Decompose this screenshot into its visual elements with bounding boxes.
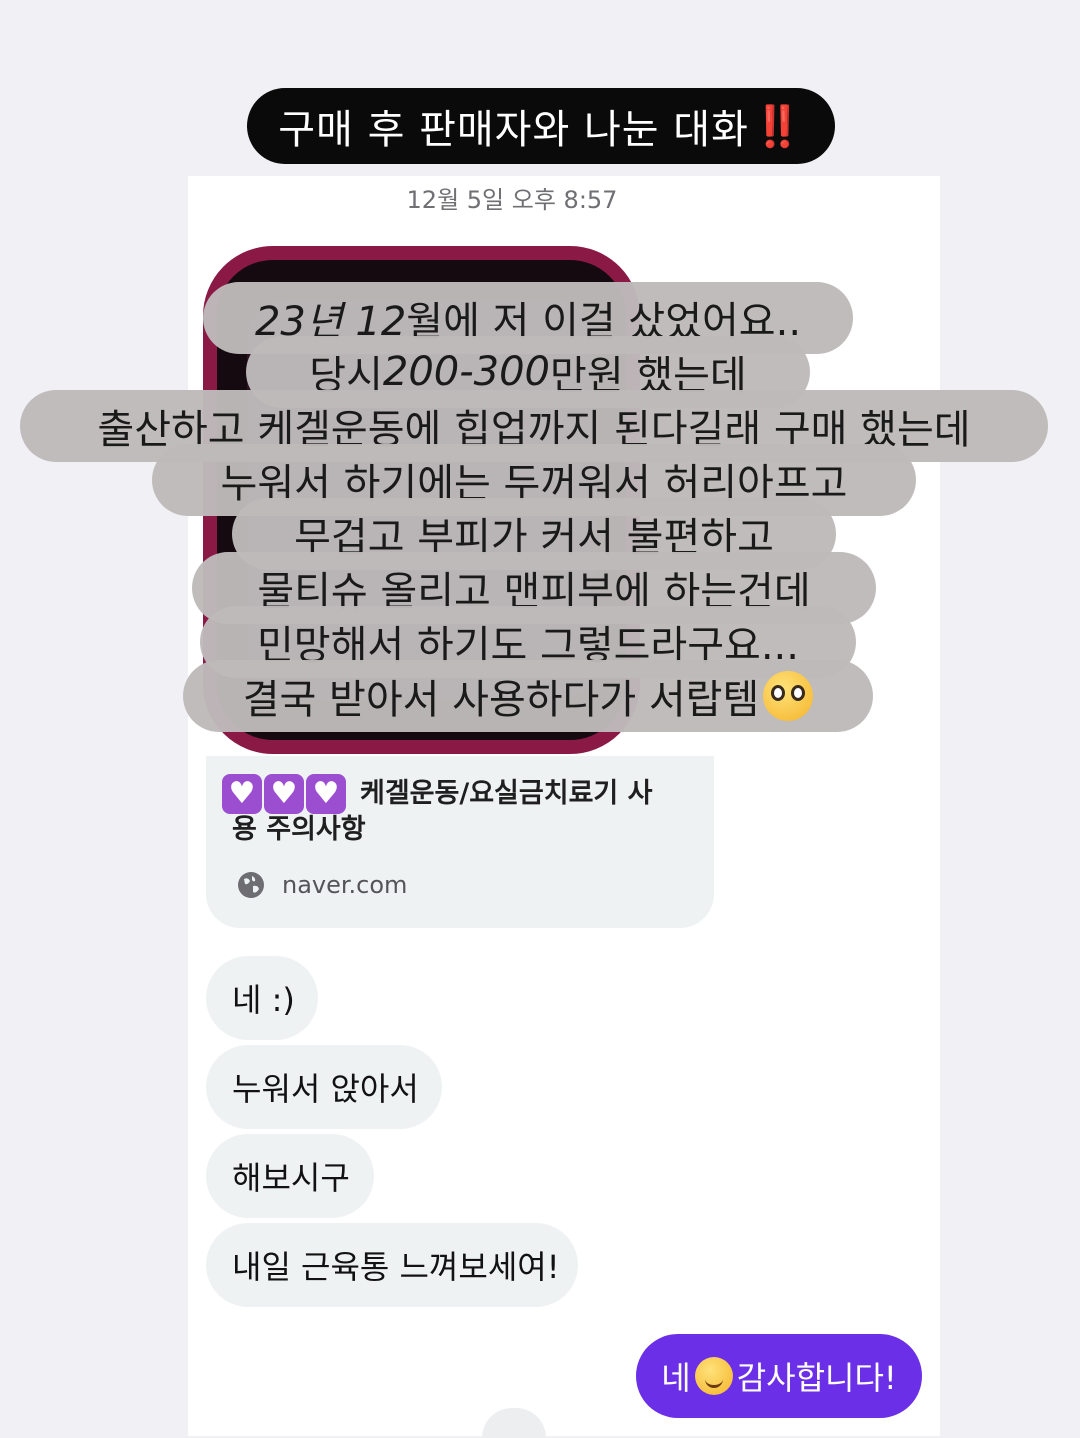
overlay-line: 결국 받아서 사용하다가 서랍템: [183, 660, 873, 732]
link-preview-card[interactable]: ♥ ♥ ♥ 케겔운동/요실금치료기 사용 주의사항 naver.com: [206, 756, 714, 928]
link-preview-domain: naver.com: [236, 870, 407, 900]
received-message[interactable]: 네 :): [206, 956, 318, 1040]
link-preview-title: 케겔운동/요실금치료기 사용 주의사항: [232, 778, 653, 845]
globe-icon: [238, 872, 264, 898]
message-timestamp: 12월 5일 오후 8:57: [406, 186, 618, 214]
link-domain-text: naver.com: [282, 871, 408, 899]
received-message[interactable]: 내일 근육통 느껴보세여!: [206, 1223, 578, 1307]
smiling-face-icon: [694, 1357, 733, 1395]
received-message[interactable]: 누워서 앉아서: [206, 1045, 442, 1129]
received-message[interactable]: 해보시구: [206, 1134, 374, 1218]
story-title-banner: 구매 후 판매자와 나눈 대화 ‼️: [247, 88, 835, 164]
pleading-face-icon: [763, 671, 814, 721]
story-title-text: 구매 후 판매자와 나눈 대화: [278, 107, 749, 153]
double-exclamation-icon: ‼️: [752, 103, 804, 150]
sent-message[interactable]: 네 감사합니다!: [636, 1334, 922, 1418]
